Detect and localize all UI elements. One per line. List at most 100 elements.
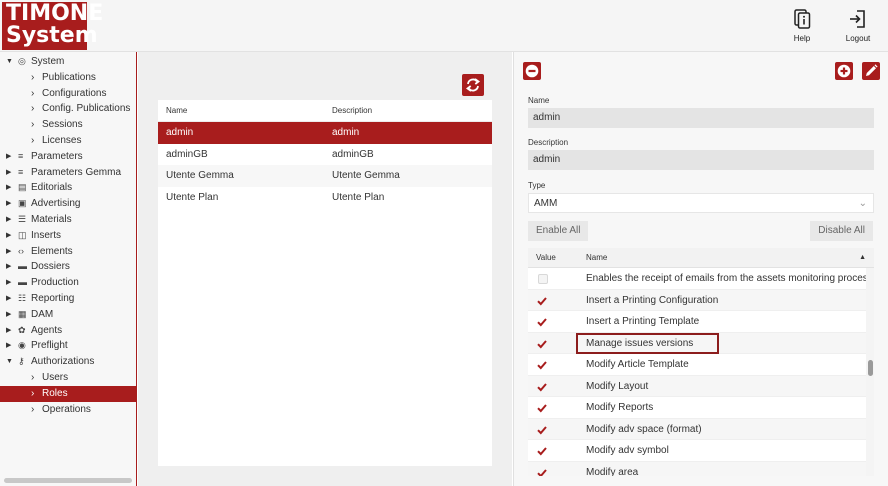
caret-right-icon[interactable]: ▶ <box>6 228 11 244</box>
checkmark-icon[interactable] <box>536 402 548 414</box>
col-perm-name-header[interactable]: Name <box>586 248 607 268</box>
chevron-right-icon[interactable]: › <box>31 117 34 133</box>
checkmark-icon[interactable] <box>536 316 548 328</box>
permissions-table-body: Enables the receipt of emails from the a… <box>528 268 873 477</box>
caret-down-icon[interactable]: ▼ <box>6 354 13 370</box>
permissions-scroll-track[interactable] <box>866 268 874 476</box>
disable-all-button[interactable]: Disable All <box>810 221 873 241</box>
chevron-right-icon[interactable]: › <box>31 70 34 86</box>
caret-right-icon[interactable]: ▶ <box>6 196 11 212</box>
sidebar-item-system[interactable]: ▼ ◎ System <box>0 54 136 70</box>
col-name-header[interactable]: Name <box>166 100 187 122</box>
checkmark-icon[interactable] <box>536 424 548 436</box>
help-button[interactable]: Help <box>782 8 822 43</box>
sort-asc-icon[interactable]: ▲ <box>859 248 866 268</box>
checkmark-icon[interactable] <box>536 445 548 457</box>
name-label: Name <box>528 96 550 105</box>
chevron-right-icon[interactable]: › <box>31 402 34 418</box>
sidebar-item-publications[interactable]: › Publications <box>0 70 136 86</box>
list-item[interactable]: Modify Reports <box>528 397 866 419</box>
app-logo[interactable]: TIMONE System <box>2 2 103 50</box>
unchecked-box[interactable] <box>538 274 548 284</box>
sidebar-item-preflight[interactable]: ▶ ◉ Preflight <box>0 338 136 354</box>
list-item[interactable]: Insert a Printing Template <box>528 311 866 333</box>
col-value-header[interactable]: Value <box>536 248 556 268</box>
sidebar-item-elements[interactable]: ▶ ‹› Elements <box>0 244 136 260</box>
list-item[interactable]: Modify adv space (format) <box>528 418 866 440</box>
sidebar-scrollbar[interactable] <box>4 478 132 483</box>
remove-role-button[interactable] <box>523 62 541 80</box>
checkmark-icon[interactable] <box>536 359 548 371</box>
add-role-button[interactable] <box>835 62 853 80</box>
roles-table-body: admin admin adminGB adminGB Utente Gemma Uten… <box>158 122 492 208</box>
sidebar-item-production[interactable]: ▶ ▬ Production <box>0 275 136 291</box>
sidebar-item-inserts[interactable]: ▶ ◫ Inserts <box>0 228 136 244</box>
sidebar-item-agents[interactable]: ▶ ✿ Agents <box>0 323 136 339</box>
enable-all-button[interactable]: Enable All <box>528 221 589 241</box>
chevron-right-icon[interactable]: › <box>31 101 34 117</box>
chevron-right-icon[interactable]: › <box>31 386 34 402</box>
logout-button[interactable]: Logout <box>838 8 878 43</box>
sidebar-item-label: Sessions <box>42 119 83 131</box>
permission-name: Modify Article Template <box>586 359 689 370</box>
sidebar-item-dossiers[interactable]: ▶ ▬ Dossiers <box>0 259 136 275</box>
chevron-right-icon[interactable]: › <box>31 86 34 102</box>
list-item[interactable]: Modify area <box>528 461 866 477</box>
sidebar-item-users[interactable]: › Users <box>0 370 136 386</box>
checkmark-icon[interactable] <box>536 338 548 350</box>
description-field[interactable]: admin <box>528 150 874 170</box>
edit-role-button[interactable] <box>862 62 880 80</box>
col-description-header[interactable]: Description <box>332 100 372 122</box>
sidebar-item-licenses[interactable]: › Licenses <box>0 133 136 149</box>
permissions-table: Value Name ▲ Enables the receipt of emai… <box>528 248 874 476</box>
caret-right-icon[interactable]: ▶ <box>6 259 11 275</box>
book-icon: ▤ <box>18 182 27 193</box>
type-select[interactable]: AMM ⌄ <box>528 193 874 213</box>
key-icon: ⚷ <box>18 356 25 367</box>
sidebar-item-reporting[interactable]: ▶ ☷ Reporting <box>0 291 136 307</box>
list-item[interactable]: Insert a Printing Configuration <box>528 289 866 311</box>
caret-right-icon[interactable]: ▶ <box>6 338 11 354</box>
sidebar-item-label: Parameters <box>31 150 83 162</box>
sidebar-item-authorizations[interactable]: ▼ ⚷ Authorizations <box>0 354 136 370</box>
caret-right-icon[interactable]: ▶ <box>6 165 11 181</box>
list-item[interactable]: Modify Article Template <box>528 354 866 376</box>
caret-right-icon[interactable]: ▶ <box>6 291 11 307</box>
table-row[interactable]: Utente Gemma Utente Gemma <box>158 165 492 187</box>
checkmark-icon[interactable] <box>536 467 548 477</box>
caret-right-icon[interactable]: ▶ <box>6 244 11 260</box>
caret-right-icon[interactable]: ▶ <box>6 212 11 228</box>
checkmark-icon[interactable] <box>536 295 548 307</box>
table-row[interactable]: Utente Plan Utente Plan <box>158 187 492 209</box>
caret-down-icon[interactable]: ▼ <box>6 54 13 70</box>
sidebar-item-operations[interactable]: › Operations <box>0 402 136 418</box>
sidebar-item-dam[interactable]: ▶ ▦ DAM <box>0 307 136 323</box>
sidebar-item-sessions[interactable]: › Sessions <box>0 117 136 133</box>
caret-right-icon[interactable]: ▶ <box>6 180 11 196</box>
sidebar-item-materials[interactable]: ▶ ☰ Materials <box>0 212 136 228</box>
list-item[interactable]: Modify adv symbol <box>528 440 866 462</box>
sidebar-item-config-publications[interactable]: › Config. Publications <box>0 101 136 117</box>
caret-right-icon[interactable]: ▶ <box>6 307 11 323</box>
caret-right-icon[interactable]: ▶ <box>6 275 11 291</box>
permissions-scrollbar-thumb[interactable] <box>868 360 873 376</box>
sidebar-item-label: Publications <box>42 71 96 83</box>
sidebar-item-roles[interactable]: › Roles <box>0 385 136 402</box>
list-item[interactable]: Enables the receipt of emails from the a… <box>528 268 873 290</box>
sidebar-item-configurations[interactable]: › Configurations <box>0 86 136 102</box>
sidebar-item-parameters-gemma[interactable]: ▶ ≡ Parameters Gemma <box>0 165 136 181</box>
refresh-button[interactable] <box>462 74 484 96</box>
caret-right-icon[interactable]: ▶ <box>6 323 11 339</box>
sidebar-item-parameters[interactable]: ▶ ≡ Parameters <box>0 149 136 165</box>
table-row[interactable]: adminGB adminGB <box>158 144 492 166</box>
sidebar-item-editorials[interactable]: ▶ ▤ Editorials <box>0 180 136 196</box>
table-row[interactable]: admin admin <box>158 122 492 144</box>
chevron-right-icon[interactable]: › <box>31 370 34 386</box>
sidebar-item-advertising[interactable]: ▶ ▣ Advertising <box>0 196 136 212</box>
caret-right-icon[interactable]: ▶ <box>6 149 11 165</box>
checkmark-icon[interactable] <box>536 381 548 393</box>
list-item[interactable]: Manage issues versions <box>528 332 866 354</box>
list-item[interactable]: Modify Layout <box>528 375 866 397</box>
chevron-right-icon[interactable]: › <box>31 133 34 149</box>
name-field[interactable]: admin <box>528 108 874 128</box>
